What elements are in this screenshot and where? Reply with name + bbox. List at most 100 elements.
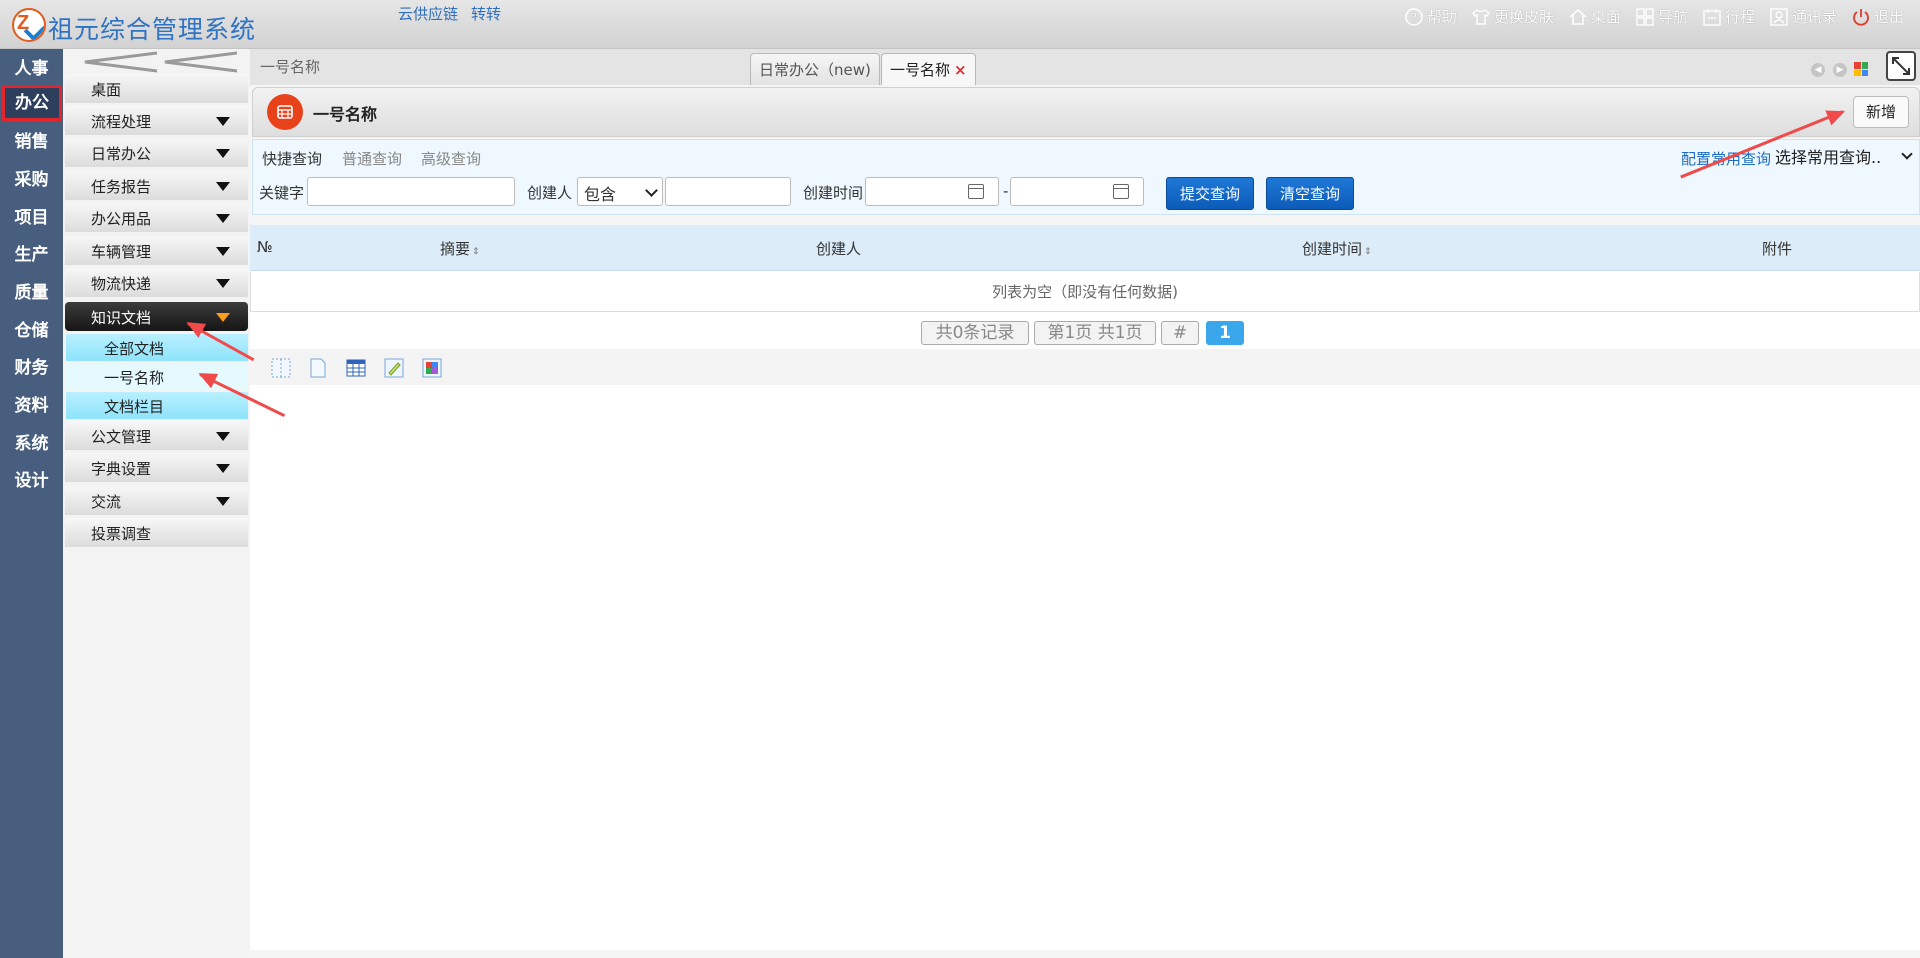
caret-down-icon (216, 279, 230, 288)
pager-page-1[interactable]: 1 (1206, 321, 1244, 345)
close-icon[interactable]: × (954, 61, 967, 79)
creator-operator-select[interactable]: 包含 (577, 177, 663, 206)
home-icon (1568, 7, 1588, 27)
pager-page-info: 第1页 共1页 (1034, 321, 1156, 345)
rail-item-warehouse[interactable]: 仓储 (0, 313, 63, 349)
caret-down-icon (216, 214, 230, 223)
rail-item-sales[interactable]: 销售 (0, 124, 63, 160)
clear-query-button[interactable]: 清空查询 (1266, 177, 1354, 210)
menu-item-dictionary[interactable]: 字典设置 (65, 453, 248, 482)
add-button[interactable]: 新增 (1853, 96, 1909, 128)
top-header: Z 祖元综合管理系统 云供应链 转转 ? 帮助 更换皮肤 桌面 导航 行程 通讯… (0, 0, 1920, 49)
header-toolbar: ? 帮助 更换皮肤 桌面 导航 行程 通讯录 退出 (1404, 6, 1904, 27)
tab-daily-office[interactable]: 日常办公（new) (750, 53, 880, 85)
schedule-button[interactable]: 行程 (1702, 6, 1755, 27)
edit-icon[interactable] (383, 357, 405, 379)
caret-down-icon (216, 247, 230, 256)
logout-button[interactable]: 退出 (1851, 6, 1904, 27)
rail-item-production[interactable]: 生产 (0, 237, 63, 273)
rail-item-resources[interactable]: 资料 (0, 388, 63, 424)
keyword-label: 关键字 (259, 184, 305, 202)
menu-item-communication[interactable]: 交流 (65, 486, 248, 515)
shirt-icon (1471, 7, 1491, 27)
create-time-to[interactable] (1010, 177, 1144, 206)
rail-item-design[interactable]: 设计 (0, 463, 63, 499)
tab-quick-query[interactable]: 快捷查询 (262, 148, 322, 169)
rail-item-finance[interactable]: 财务 (0, 350, 63, 386)
menu-item-voting[interactable]: 投票调查 (65, 518, 248, 547)
desktop-button[interactable]: 桌面 (1568, 6, 1621, 27)
chevron-down-icon (645, 184, 658, 197)
sort-icon[interactable]: ⇕ (1364, 247, 1372, 257)
link-cloud-supply-chain[interactable]: 云供应链 (398, 3, 458, 24)
menu-item-daily-office[interactable]: 日常办公 (65, 138, 248, 167)
column-create-time[interactable]: 创建时间 ⇕ (1302, 238, 1372, 259)
creator-input[interactable] (665, 177, 791, 206)
help-icon: ? (1404, 7, 1424, 27)
module-rail: 人事 办公 销售 采购 项目 生产 质量 仓储 财务 资料 系统 设计 (0, 49, 63, 958)
range-separator: - (1003, 182, 1009, 200)
table-header: № 摘要 ⇕ 创建人 创建时间 ⇕ 附件 (250, 225, 1920, 271)
expand-icon (1892, 57, 1910, 75)
tab-scroll-left-icon[interactable]: ◀ (1811, 63, 1825, 77)
sort-icon[interactable]: ⇕ (472, 247, 480, 257)
page-title: 一号名称 (313, 105, 378, 124)
table-icon[interactable] (345, 357, 367, 379)
rail-item-office[interactable]: 办公 (2, 85, 62, 121)
color-grid-icon[interactable] (1854, 62, 1868, 76)
link-zhuanzhuan[interactable]: 转转 (471, 3, 501, 24)
menu-item-task-report[interactable]: 任务报告 (65, 171, 248, 200)
keyword-input[interactable] (307, 177, 515, 206)
caret-down-icon (216, 464, 230, 473)
submit-query-button[interactable]: 提交查询 (1166, 177, 1254, 210)
puzzle-icon[interactable] (421, 357, 443, 379)
fullscreen-button[interactable] (1886, 51, 1916, 81)
dotted-box-icon[interactable] (270, 357, 292, 379)
rail-item-hr[interactable]: 人事 (0, 51, 63, 87)
menu-item-logistics[interactable]: 物流快递 (65, 268, 248, 297)
tab-name-one[interactable]: 一号名称 × (881, 53, 976, 85)
data-table: № 摘要 ⇕ 创建人 创建时间 ⇕ 附件 列表为空（即没有任何数据) 共0条记录 第… (250, 225, 1920, 950)
menu-item-vehicles[interactable]: 车辆管理 (65, 236, 248, 265)
caret-down-icon (216, 497, 230, 506)
document-icon[interactable] (307, 357, 329, 379)
svg-text:?: ? (1411, 11, 1417, 24)
power-icon (1851, 7, 1871, 27)
calendar-icon[interactable] (968, 184, 984, 199)
rail-item-system[interactable]: 系统 (0, 426, 63, 462)
caret-down-icon (216, 149, 230, 158)
menu-item-office-supplies[interactable]: 办公用品 (65, 203, 248, 232)
contacts-button[interactable]: 通讯录 (1769, 6, 1837, 27)
tab-scroll-right-icon[interactable]: ▶ (1833, 63, 1847, 77)
sub-item-all-docs[interactable]: 全部文档 (66, 334, 248, 361)
calendar-icon[interactable] (1113, 184, 1129, 199)
create-time-label: 创建时间 (803, 184, 864, 202)
rail-item-purchase[interactable]: 采购 (0, 162, 63, 198)
rail-item-quality[interactable]: 质量 (0, 275, 63, 311)
pager-jump-button[interactable]: # (1161, 321, 1199, 345)
column-number: № (257, 238, 273, 256)
double-chevron-left-icon (84, 51, 238, 73)
menu-item-workflow[interactable]: 流程处理 (65, 106, 248, 135)
tab-normal-query[interactable]: 普通查询 (342, 148, 402, 169)
sub-item-doc-columns[interactable]: 文档栏目 (66, 392, 248, 419)
common-query-select[interactable]: 选择常用查询.. (1775, 144, 1915, 170)
module-icon (267, 94, 303, 130)
tab-bar: 一号名称 日常办公（new) 一号名称 × ◀ ▶ (250, 49, 1920, 85)
create-time-from[interactable] (865, 177, 999, 206)
rail-item-project[interactable]: 项目 (0, 200, 63, 236)
change-skin-button[interactable]: 更换皮肤 (1471, 6, 1554, 27)
column-creator: 创建人 (816, 240, 862, 258)
column-summary[interactable]: 摘要 ⇕ (440, 238, 480, 259)
menu-item-desktop[interactable]: 桌面 (65, 74, 248, 103)
menu-item-official-docs[interactable]: 公文管理 (65, 421, 248, 450)
empty-message: 列表为空（即没有任何数据) (250, 272, 1920, 312)
page-header: 一号名称 新增 (252, 87, 1920, 137)
creator-label: 创建人 (527, 184, 573, 202)
table-tool-strip (250, 349, 1920, 385)
navigation-button[interactable]: 导航 (1635, 6, 1688, 27)
menu-item-knowledge-docs[interactable]: 知识文档 (65, 302, 248, 331)
menu-collapse-button[interactable] (75, 51, 245, 73)
tab-advanced-query[interactable]: 高级查询 (421, 148, 481, 169)
help-button[interactable]: ? 帮助 (1404, 6, 1457, 27)
